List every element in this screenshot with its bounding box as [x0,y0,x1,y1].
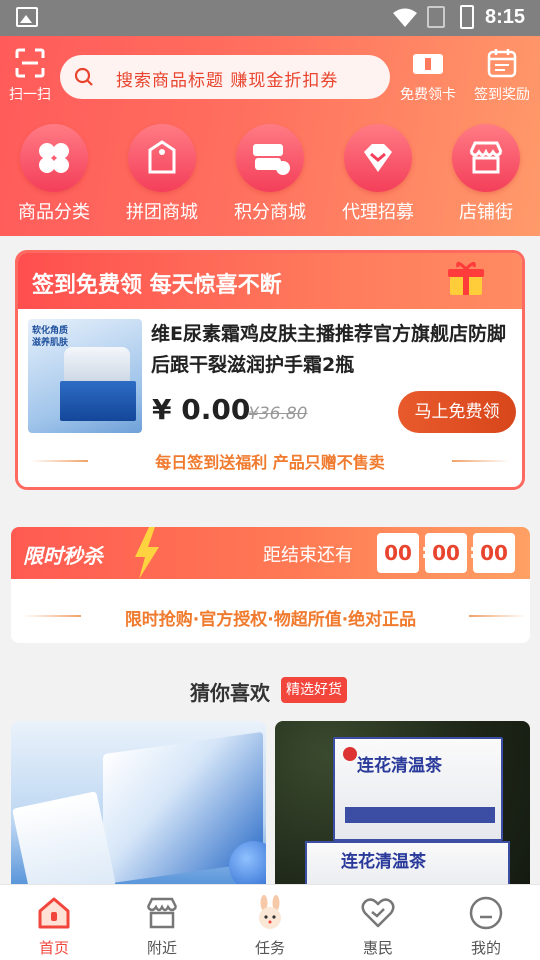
free-card-button[interactable]: 免费领卡 [396,48,460,104]
no-sim-icon [427,6,445,28]
sign-reward-label: 签到奖励 [474,87,530,103]
rabbit-icon [259,895,281,929]
product-name[interactable]: 维E尿素霜鸡皮肤主播推荐官方旗舰店防脚后跟干裂滋润护手霜2瓶 [151,319,511,381]
category-label: 商品分类 [18,202,90,223]
nav-label: 我的 [470,939,501,957]
product-pack-image [11,791,117,891]
tea-box-brand-2: 连花清温茶 [341,852,426,872]
nav-tasks[interactable]: 任务 [216,895,324,958]
signin-free-card[interactable]: 签到免费领 每天惊喜不断 软化角质 滋养肌肤 维E尿素霜鸡皮肤主播推荐官方旗舰店… [15,250,525,490]
product-card-2[interactable]: 连花清温茶 连花清温茶 [275,721,530,891]
divider-line-right [469,615,527,617]
status-time: 8:15 [485,6,526,28]
nav-benefits[interactable]: 惠民 [324,895,432,958]
tea-box-image: 连花清温茶 [333,737,503,841]
sign-reward-button[interactable]: 签到奖励 [468,48,536,104]
gift-icon [448,262,484,295]
tea-box-stripe [345,807,495,823]
product-original-price: ¥36.80 [248,404,308,424]
cream-box-image [60,381,136,421]
countdown-hours: 00 [377,533,419,573]
status-bar: 8:15 [0,0,540,36]
calendar-icon [487,49,517,78]
price-tag-icon [128,124,196,192]
product-card-1[interactable] [11,721,266,891]
bottom-nav: 首页 附近 任务 惠民 我的 [0,884,540,960]
battery-icon [460,5,474,29]
tea-box-brand: 连花清温茶 [357,756,442,776]
storefront-icon [452,124,520,192]
home-icon [38,897,70,929]
shop-icon [146,897,178,929]
scan-icon [15,48,45,78]
category-group-buy[interactable]: 拼团商城 [112,124,212,224]
search-placeholder: 搜索商品标题 赚现金折扣券 [116,71,339,91]
flash-sale-section[interactable]: 限时秒杀 距结束还有 00 : 00 : 00 限时抢购·官方授权·物超所值·绝… [11,527,530,643]
nav-label: 附近 [146,939,177,957]
free-card-label: 免费领卡 [400,87,456,103]
heart-icon [361,898,395,928]
countdown-label: 距结束还有 [263,545,353,566]
nav-label: 惠民 [362,939,393,957]
scan-button[interactable]: 扫一扫 [6,48,54,104]
brand-logo-icon [343,747,357,761]
product-price: ¥ 0.00 [152,393,251,426]
wifi-icon [393,8,417,27]
profile-icon [469,896,503,930]
divider-line-right [452,460,510,462]
coupon-stack-icon [236,124,304,192]
signin-title: 签到免费领 每天惊喜不断 [32,273,282,298]
category-label: 代理招募 [342,202,414,223]
flash-sale-title: 限时秒杀 [23,544,103,568]
category-points-mall[interactable]: 积分商城 [220,124,320,224]
recommend-badge: 精选好货 [281,677,347,703]
category-agent-recruit[interactable]: 代理招募 [328,124,428,224]
nav-label: 任务 [254,939,285,957]
lightning-icon [135,527,159,579]
nav-mine[interactable]: 我的 [432,895,540,958]
product-image[interactable]: 软化角质 滋养肌肤 [28,319,142,433]
recommend-title: 猜你喜欢 [190,681,270,705]
flash-sale-header: 限时秒杀 距结束还有 00 : 00 : 00 [11,527,530,579]
category-label: 店铺街 [459,202,513,223]
signin-header: 签到免费领 每天惊喜不断 [18,253,522,309]
search-icon [74,67,93,86]
nav-home[interactable]: 首页 [0,895,108,958]
card-icon [413,54,443,74]
countdown-seconds: 00 [473,533,515,573]
diamond-icon [344,124,412,192]
category-label: 拼团商城 [126,202,198,223]
nav-label: 首页 [38,939,69,957]
signin-footer: 每日签到送福利 产品只赠不售卖 [155,453,385,472]
category-shop-street[interactable]: 店铺街 [436,124,536,224]
search-input[interactable]: 搜索商品标题 赚现金折扣券 [60,55,390,99]
product-image-tag: 软化角质 滋养肌肤 [32,326,69,348]
gallery-icon [16,7,38,27]
scan-label: 扫一扫 [9,87,51,103]
clover-icon [20,124,88,192]
claim-free-button[interactable]: 马上免费领 [398,391,516,433]
countdown-minutes: 00 [425,533,467,573]
category-goods[interactable]: 商品分类 [4,124,104,224]
flash-sale-slogan: 限时抢购·官方授权·物超所值·绝对正品 [124,610,417,630]
nav-nearby[interactable]: 附近 [108,895,216,958]
category-label: 积分商城 [234,202,306,223]
